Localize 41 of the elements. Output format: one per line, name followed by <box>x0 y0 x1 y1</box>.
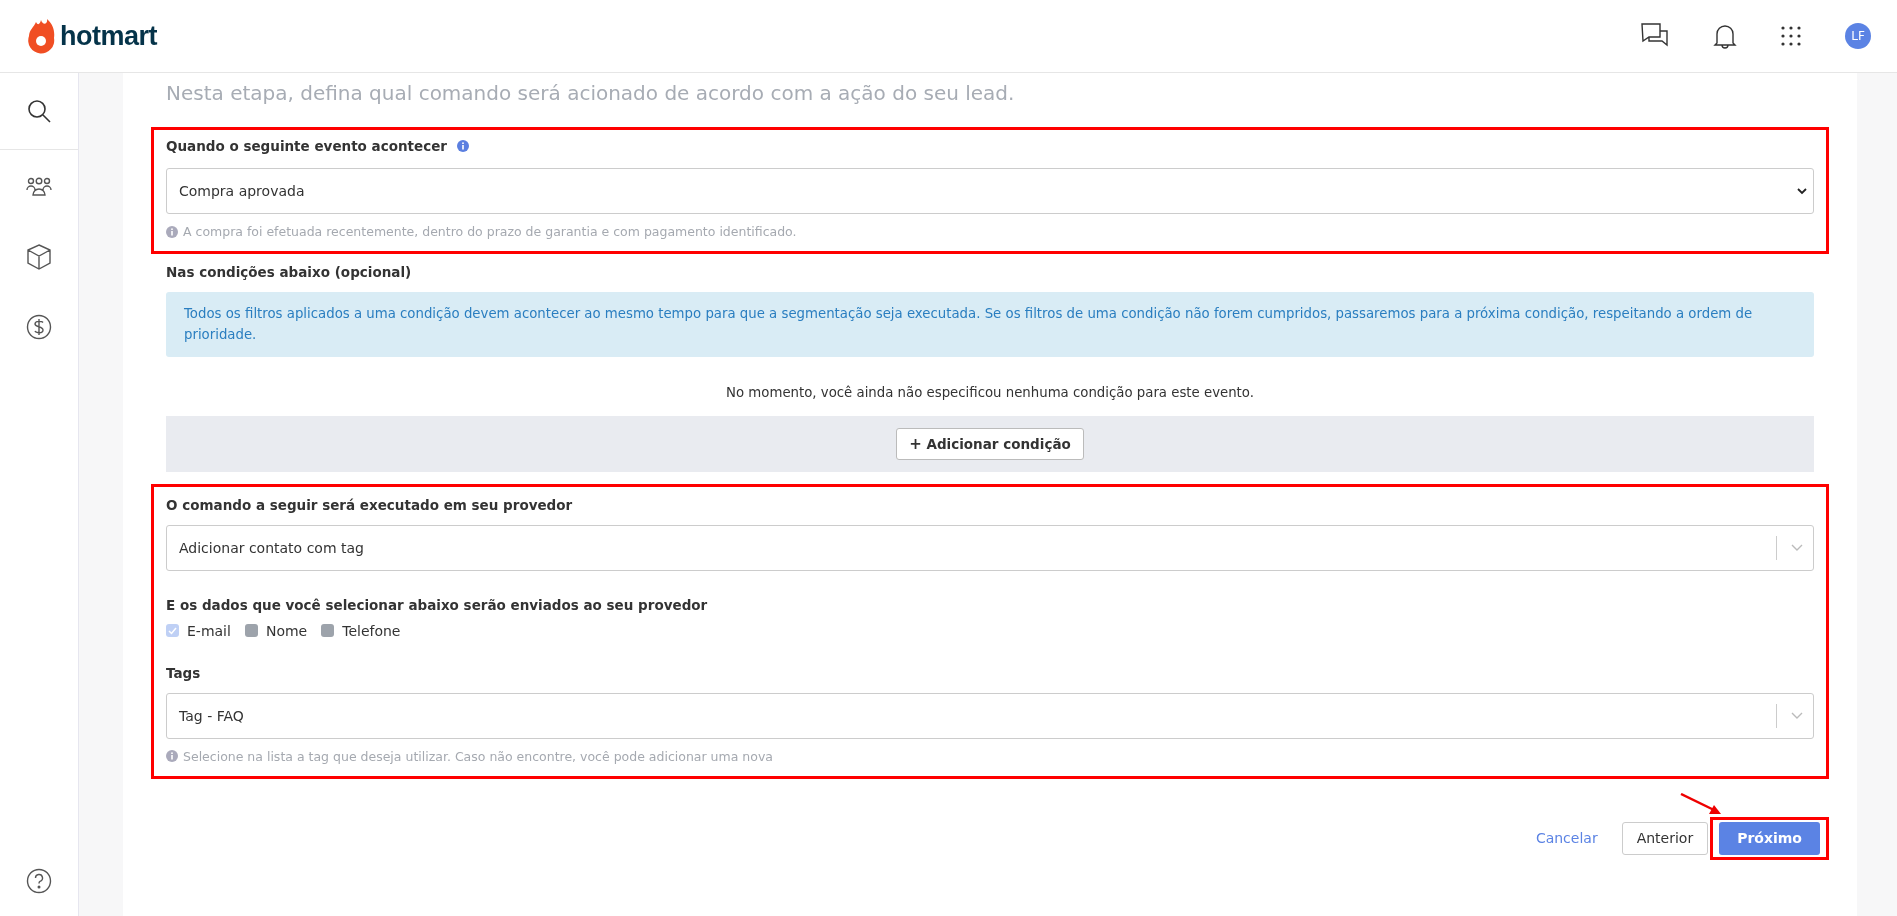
data-fields-label: E os dados que você selecionar abaixo serão enviados ao seu provedor <box>166 596 709 613</box>
command-select[interactable]: Adicionar contato com tag <box>166 524 1814 571</box>
help-icon[interactable] <box>26 868 52 894</box>
people-group-icon[interactable] <box>26 177 52 197</box>
cancel-link[interactable]: Cancelar <box>1535 829 1598 846</box>
chat-icon[interactable] <box>1641 23 1669 49</box>
info-icon <box>166 750 178 763</box>
checkbox-label: Nome <box>265 622 308 639</box>
dollar-coin-icon[interactable] <box>26 314 52 340</box>
checkbox[interactable] <box>244 624 258 638</box>
notification-bell-icon[interactable] <box>1713 23 1737 49</box>
previous-button[interactable]: Anterior <box>1621 821 1709 855</box>
info-icon[interactable] <box>457 140 469 152</box>
tags-label: Tags <box>166 664 202 681</box>
add-condition-button[interactable]: + Adicionar condição <box>896 427 1084 460</box>
annotation-arrow <box>1680 792 1723 817</box>
tags-select[interactable]: Tag - FAQ <box>166 692 1814 739</box>
search-icon[interactable] <box>27 99 51 123</box>
checkbox-label: Telefone <box>342 622 401 639</box>
info-alert: Todos os filtros aplicados a uma condição devem acontecer ao mesmo tempo para que a segmentação seja executada. Se os filtros de uma condição não forem cumpridos, passaremos para a próxima condição, respeitando a ordem de prioridade. <box>166 292 1814 357</box>
logo-wordmark[interactable]: hotmart <box>60 20 157 52</box>
info-icon <box>166 225 178 238</box>
hint-text: Selecione na lista a tag que deseja utilizar. Caso não encontre, você pode adicionar uma nova <box>183 748 773 764</box>
checkbox[interactable] <box>321 624 335 638</box>
cube-icon[interactable] <box>27 244 51 270</box>
hint-text: A compra foi efetuada recentemente, dentro do prazo de garantia e com pagamento identificado. <box>183 224 797 239</box>
event-label: Quando o seguinte evento acontecer <box>166 138 447 154</box>
checkbox-label: E-mail <box>187 622 231 639</box>
chevron-down-icon <box>1797 187 1807 195</box>
chevron-down-icon <box>1791 543 1803 552</box>
flame-logo-icon <box>26 18 56 54</box>
apps-grid-icon[interactable] <box>1781 26 1801 46</box>
intro-text: Nesta etapa, defina qual comando será acionado de acordo com a ação do seu lead. <box>166 81 1016 105</box>
command-label: O comando a seguir será executado em seu provedor <box>166 496 574 513</box>
conditions-label: Nas condições abaixo (opcional) <box>166 264 413 280</box>
checkbox[interactable] <box>166 624 179 638</box>
empty-message: No momento, você ainda não especificou nenhuma condição para este evento. <box>725 384 1255 400</box>
chevron-down-icon <box>1791 711 1803 720</box>
user-avatar[interactable]: LF <box>1845 23 1871 49</box>
event-select[interactable]: Compra aprovada <box>166 168 1814 214</box>
next-button[interactable]: Próximo <box>1719 821 1820 855</box>
